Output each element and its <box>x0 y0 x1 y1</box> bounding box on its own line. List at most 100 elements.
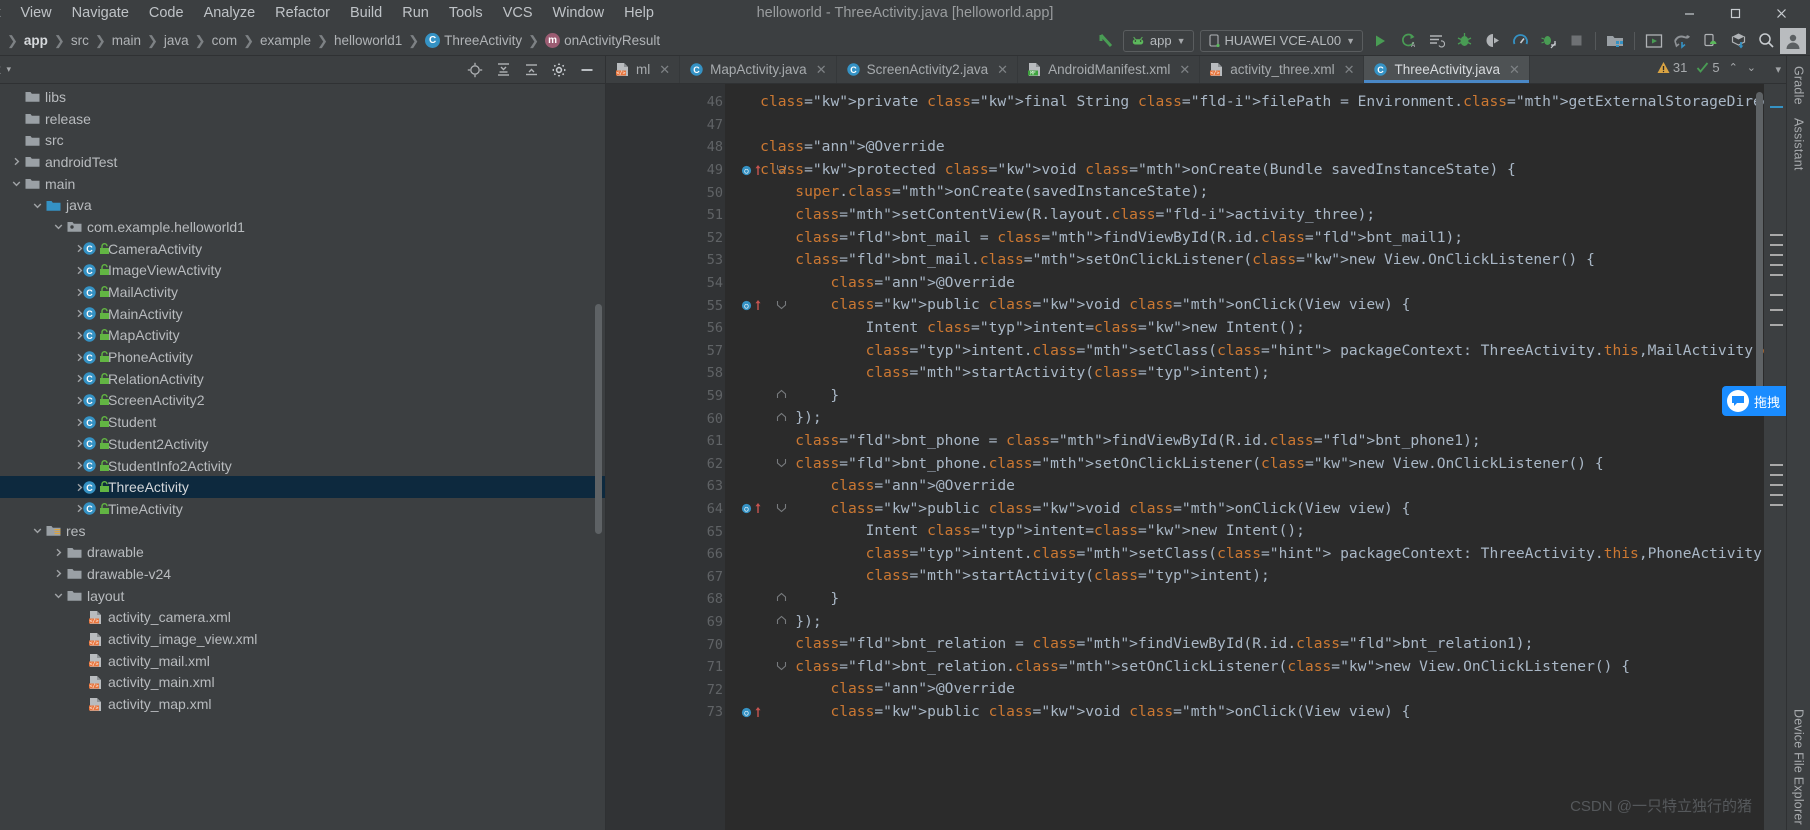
gutter-line[interactable]: 68 <box>620 588 787 611</box>
editor-tab[interactable]: MF AndroidManifest.xml ✕ <box>1018 56 1201 83</box>
check-count[interactable]: 5 <box>1696 60 1720 75</box>
code-line[interactable]: Intent class="typ">intent=class="kw">new… <box>725 317 1764 340</box>
gutter-line[interactable]: 70 <box>620 633 725 656</box>
code-line[interactable]: class="fld">bnt_mail = class="mth">findV… <box>725 227 1764 250</box>
tree-item[interactable]: drawable-v24 <box>0 563 605 585</box>
menu-item-navigate[interactable]: Navigate <box>62 3 139 23</box>
attach-debugger-icon[interactable] <box>1534 28 1562 54</box>
gutter-line[interactable]: 65 <box>620 520 725 543</box>
rail-item-assistant[interactable]: Assistant <box>1792 113 1806 176</box>
tree-item[interactable]: C CameraActivity <box>0 238 605 260</box>
chevron-up-icon[interactable]: ⌃ <box>1729 61 1738 74</box>
gutter-line[interactable]: 64 O <box>620 498 787 521</box>
breadcrumb-onactivityresult[interactable]: m onActivityResult <box>542 33 663 48</box>
tree-disclosure-arrow[interactable] <box>8 179 24 188</box>
breadcrumb-java[interactable]: java <box>161 33 192 48</box>
code-line[interactable]: }); <box>725 611 1764 634</box>
gutter-line[interactable]: 56 <box>620 317 725 340</box>
gutter-line[interactable]: 72 <box>620 678 725 701</box>
breadcrumb-example[interactable]: example <box>257 33 314 48</box>
gutter-line[interactable]: 54 <box>620 272 725 295</box>
code-line[interactable]: class="kw">protected class="kw">void cla… <box>725 159 1764 182</box>
code-line[interactable]: class="fld">bnt_relation.class="mth">set… <box>725 656 1764 679</box>
tree-disclosure-arrow[interactable] <box>29 526 45 535</box>
menu-item-code[interactable]: Code <box>139 3 194 23</box>
code-line[interactable]: class="kw">private class="kw">final Stri… <box>725 91 1764 114</box>
tree-item[interactable]: C Student <box>0 411 605 433</box>
menu-item-tools[interactable]: Tools <box>439 3 493 23</box>
gutter-line[interactable]: 61 <box>620 430 725 453</box>
code-line[interactable]: class="kw">public class="kw">void class=… <box>725 701 1764 724</box>
device-selector[interactable]: HUAWEI VCE-AL00 ▼ <box>1199 29 1363 52</box>
code-line[interactable]: }); <box>725 407 1764 430</box>
tree-disclosure-arrow[interactable] <box>29 201 45 210</box>
tree-item[interactable]: libs <box>0 86 605 108</box>
gutter-line[interactable]: 46 <box>620 91 725 114</box>
tree-item[interactable]: drawable <box>0 541 605 563</box>
tree-item[interactable]: C TimeActivity <box>0 498 605 520</box>
menu-item-analyze[interactable]: Analyze <box>194 3 266 23</box>
device-manager-icon[interactable] <box>1696 28 1724 54</box>
tree-item[interactable]: C MapActivity <box>0 325 605 347</box>
editor-tab[interactable]: C ScreenActivity2.java ✕ <box>837 56 1019 83</box>
breadcrumb-threeactivity[interactable]: C ThreeActivity <box>422 33 525 48</box>
gutter-line[interactable]: 51 <box>620 204 725 227</box>
warning-count[interactable]: 31 <box>1657 60 1687 75</box>
breadcrumb-com[interactable]: com <box>209 33 241 48</box>
tree-item[interactable]: com.example.helloworld1 <box>0 216 605 238</box>
tabs-overflow-controls[interactable]: ▾ <box>1770 56 1786 83</box>
code-line[interactable]: class="typ">intent.class="mth">setClass(… <box>725 340 1764 363</box>
code-line[interactable]: class="typ">intent.class="mth">setClass(… <box>725 543 1764 566</box>
tree-item[interactable]: C ThreeActivity <box>0 476 605 499</box>
gutter-line[interactable]: 73 O <box>620 701 761 724</box>
gutter-line[interactable]: 62 <box>620 453 787 476</box>
tree-item[interactable]: C MainActivity <box>0 303 605 325</box>
tree-item[interactable]: C ScreenActivity2 <box>0 390 605 412</box>
gutter-line[interactable]: 47 <box>620 114 725 137</box>
code-line[interactable]: super.class="mth">onCreate(savedInstance… <box>725 181 1764 204</box>
avd-manager-icon[interactable] <box>1601 28 1629 54</box>
code-line[interactable]: class="mth">setContentView(R.layout.clas… <box>725 204 1764 227</box>
run-configuration-selector[interactable]: app ▼ <box>1122 29 1194 52</box>
tree-disclosure-arrow[interactable] <box>8 157 24 166</box>
menu-item-build[interactable]: Build <box>340 3 392 23</box>
run-icon[interactable] <box>1366 28 1394 54</box>
search-icon[interactable] <box>1752 28 1780 54</box>
code-line[interactable]: class="ann">@Override <box>725 475 1764 498</box>
menu-item-run[interactable]: Run <box>392 3 439 23</box>
debug-icon[interactable] <box>1450 28 1478 54</box>
editor-tab[interactable]: C ThreeActivity.java ✕ <box>1364 56 1530 83</box>
minimize-icon[interactable] <box>1666 0 1712 26</box>
gutter-line[interactable]: 63 <box>620 475 725 498</box>
code-line[interactable]: class="ann">@Override <box>725 136 1764 159</box>
gutter-line[interactable]: 66 <box>620 543 725 566</box>
project-tree[interactable]: libs release src androidTest main java com.exa… <box>0 84 605 830</box>
hide-panel-icon[interactable] <box>573 57 601 83</box>
tree-item[interactable]: C PhoneActivity <box>0 346 605 368</box>
editor-tab[interactable]: C MapActivity.java ✕ <box>680 56 837 83</box>
gutter-line[interactable]: 55 O <box>620 294 787 317</box>
breadcrumb-main[interactable]: main <box>109 33 144 48</box>
close-icon[interactable]: ✕ <box>1509 62 1520 78</box>
error-stripe-marker-bar[interactable] <box>1764 84 1786 830</box>
gutter-line[interactable]: 67 <box>620 565 725 588</box>
breadcrumb-src[interactable]: src <box>68 33 92 48</box>
code-line[interactable]: } <box>725 588 1764 611</box>
layout-inspector-icon[interactable] <box>1640 28 1668 54</box>
menu-item-view[interactable]: View <box>10 3 61 23</box>
apply-changes-icon[interactable] <box>1422 28 1450 54</box>
chevron-down-icon[interactable]: ▾ <box>7 64 12 75</box>
debug-step-icon[interactable] <box>1478 28 1506 54</box>
tree-item[interactable]: </> activity_mail.xml <box>0 650 605 672</box>
gutter-line[interactable]: 49 O <box>620 159 787 182</box>
gutter-line[interactable]: 48 <box>620 136 725 159</box>
menu-item-window[interactable]: Window <box>543 3 615 23</box>
gutter-line[interactable]: 50 <box>620 181 725 204</box>
close-icon[interactable]: ✕ <box>997 62 1008 78</box>
editor-tab[interactable]: </> activity_three.xml ✕ <box>1200 56 1365 83</box>
breadcrumb-helloworld1[interactable]: helloworld1 <box>331 33 405 48</box>
menu-item-vcs[interactable]: VCS <box>493 3 543 23</box>
code-line[interactable]: class="fld">bnt_phone.class="mth">setOnC… <box>725 453 1764 476</box>
rerun-attach-icon[interactable]: A <box>1394 28 1422 54</box>
collapse-all-icon[interactable] <box>489 57 517 83</box>
